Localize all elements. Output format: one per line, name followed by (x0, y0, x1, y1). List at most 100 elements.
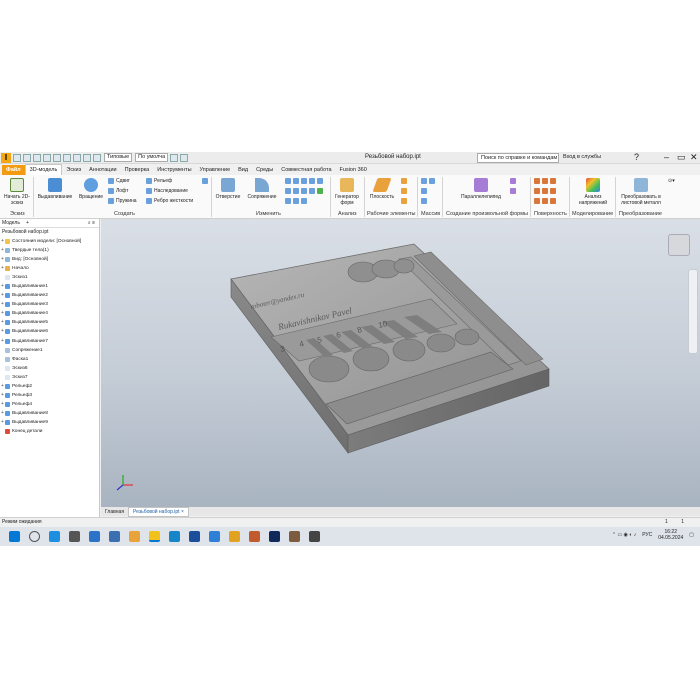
undo-icon[interactable] (43, 153, 51, 162)
create-extra-button[interactable] (202, 177, 210, 185)
browser-node[interactable]: + Выдавливание8 (0, 409, 99, 418)
search-icon[interactable] (29, 531, 40, 542)
browser-node[interactable]: + Выдавливание7 (0, 337, 99, 346)
task-view-icon[interactable] (69, 531, 80, 542)
work-axis-button[interactable] (401, 177, 409, 185)
fx-icon[interactable] (180, 153, 189, 162)
close-tab-icon[interactable]: × (181, 509, 184, 515)
browser-node[interactable]: + Рельеф3 (0, 391, 99, 400)
sketch-pattern-button[interactable] (421, 197, 429, 205)
freeform-face[interactable] (510, 187, 518, 195)
revolve-button[interactable]: Вращение (76, 178, 106, 200)
calculator-icon[interactable] (109, 531, 120, 542)
modify-tools-row-3[interactable] (285, 197, 309, 205)
tab-annotate[interactable]: Аннотации (85, 165, 121, 175)
ribbon-options-button[interactable]: ⊙▾ (668, 177, 675, 185)
fillet-button[interactable]: Сопряжение (244, 178, 280, 200)
inventor-logo-icon[interactable]: I (1, 152, 11, 163)
emboss-button[interactable]: Рельеф (146, 177, 172, 185)
notification-icon[interactable]: ▢ (689, 532, 694, 538)
plane-button[interactable]: Плоскость (367, 178, 397, 200)
freeform-tools[interactable] (510, 177, 518, 185)
browser-node[interactable]: Эскиз1 (0, 273, 99, 282)
photoshop-icon[interactable] (269, 531, 280, 542)
browser-node[interactable]: Эскиз7 (0, 373, 99, 382)
viewcube[interactable] (668, 234, 690, 256)
convert-sheet-metal-button[interactable]: Преобразовать в листовой металл (617, 178, 665, 206)
browser-node[interactable]: + Начало (0, 264, 99, 273)
save-icon[interactable] (33, 153, 41, 162)
tab-3d-model[interactable]: 3D-модель (24, 164, 63, 175)
tab-inspect[interactable]: Проверка (121, 165, 154, 175)
browser-node[interactable]: + Выдавливание3 (0, 300, 99, 309)
browser-root-node[interactable]: Резьбовой набор.ipt (0, 228, 99, 237)
modify-tools-row-2[interactable] (285, 187, 325, 195)
browser-node[interactable]: + Твердые тела(1) (0, 246, 99, 255)
tab-fusion[interactable]: Fusion 360 (336, 165, 371, 175)
tab-tools[interactable]: Инструменты (153, 165, 195, 175)
browser-node[interactable]: + Выдавливание4 (0, 309, 99, 318)
word-icon[interactable] (209, 531, 220, 542)
browser-node[interactable]: Эскиз6 (0, 364, 99, 373)
new-file-icon[interactable] (13, 153, 21, 162)
coil-button[interactable]: Пружина (108, 197, 137, 205)
chrome-icon[interactable] (229, 531, 240, 542)
browser-node[interactable]: + Выдавливание1 (0, 282, 99, 291)
tab-environments[interactable]: Среды (252, 165, 277, 175)
browser-node[interactable]: + Выдавливание9 (0, 418, 99, 427)
tab-home[interactable]: Главная (101, 508, 128, 516)
open-file-icon[interactable] (23, 153, 31, 162)
media-icon[interactable] (249, 531, 260, 542)
surface-tools-row-2[interactable] (534, 187, 558, 195)
sign-in-button[interactable]: Вход в службы (563, 154, 601, 160)
rib-button[interactable]: Ребро жесткости (146, 197, 193, 205)
autodesk-app-icon[interactable] (129, 531, 140, 542)
measure-icon[interactable] (170, 153, 179, 162)
work-point-button[interactable] (401, 187, 409, 195)
browser-node[interactable]: Конец детали (0, 427, 99, 436)
redo-icon[interactable] (53, 153, 61, 162)
browser-add-tab-button[interactable]: + (26, 219, 29, 227)
graphics-viewport[interactable]: 3 4 5 6 8 10 roboter@yandex.ru Rukavishn… (101, 219, 700, 507)
browser-node[interactable]: + Выдавливание6 (0, 327, 99, 336)
tab-file[interactable]: Файл (2, 165, 25, 175)
sweep-button[interactable]: Сдвиг (108, 177, 130, 185)
loft-button[interactable]: Лофт (108, 187, 128, 195)
tab-view[interactable]: Вид (234, 165, 252, 175)
game-icon[interactable] (289, 531, 300, 542)
browser-node[interactable]: + Рельеф2 (0, 382, 99, 391)
close-icon[interactable]: ✕ (690, 152, 698, 163)
derive-button[interactable]: Наследование (146, 187, 188, 195)
app-dark-icon[interactable] (309, 531, 320, 542)
tab-manage[interactable]: Управление (196, 165, 235, 175)
ccleaner-icon[interactable] (169, 531, 180, 542)
inventor-taskbar-icon[interactable] (149, 531, 160, 542)
browser-node[interactable]: + Выдавливание5 (0, 318, 99, 327)
browser-node[interactable]: + Вид: [Основной] (0, 255, 99, 264)
app-a-icon[interactable] (189, 531, 200, 542)
home-icon[interactable] (63, 153, 71, 162)
update-icon[interactable] (73, 153, 81, 162)
browser-node[interactable]: Сопряжение1 (0, 346, 99, 355)
shape-generator-button[interactable]: Генератор форм (333, 178, 361, 206)
windows-start-icon[interactable] (9, 531, 20, 542)
language-indicator[interactable]: РУС (642, 532, 652, 538)
color-icon[interactable] (93, 153, 101, 162)
stress-analysis-button[interactable]: Анализ напряжений (573, 178, 613, 206)
browser-tab-model[interactable]: Модель (2, 219, 20, 227)
surface-tools-row-3[interactable] (534, 197, 558, 205)
start-sketch-button[interactable]: Начать 2D-эскиз (4, 178, 30, 206)
mail-icon[interactable] (89, 531, 100, 542)
appearance-select[interactable]: По умолча (135, 153, 169, 162)
rect-pattern-button[interactable] (421, 177, 437, 185)
help-icon[interactable]: ? (634, 152, 639, 163)
browser-search-icon[interactable]: ⌕ ≡ (88, 219, 95, 227)
select-icon[interactable] (83, 153, 91, 162)
maximize-icon[interactable]: ▭ (677, 152, 686, 163)
hole-button[interactable]: Отверстие (214, 178, 242, 200)
extrude-button[interactable]: Выдавливание (36, 178, 74, 200)
minimize-icon[interactable]: – (664, 152, 669, 163)
browser-node[interactable]: + Рельеф4 (0, 400, 99, 409)
material-select[interactable]: Типовые (104, 153, 133, 162)
clock[interactable]: 16:22 04.05.2024 (658, 529, 683, 541)
